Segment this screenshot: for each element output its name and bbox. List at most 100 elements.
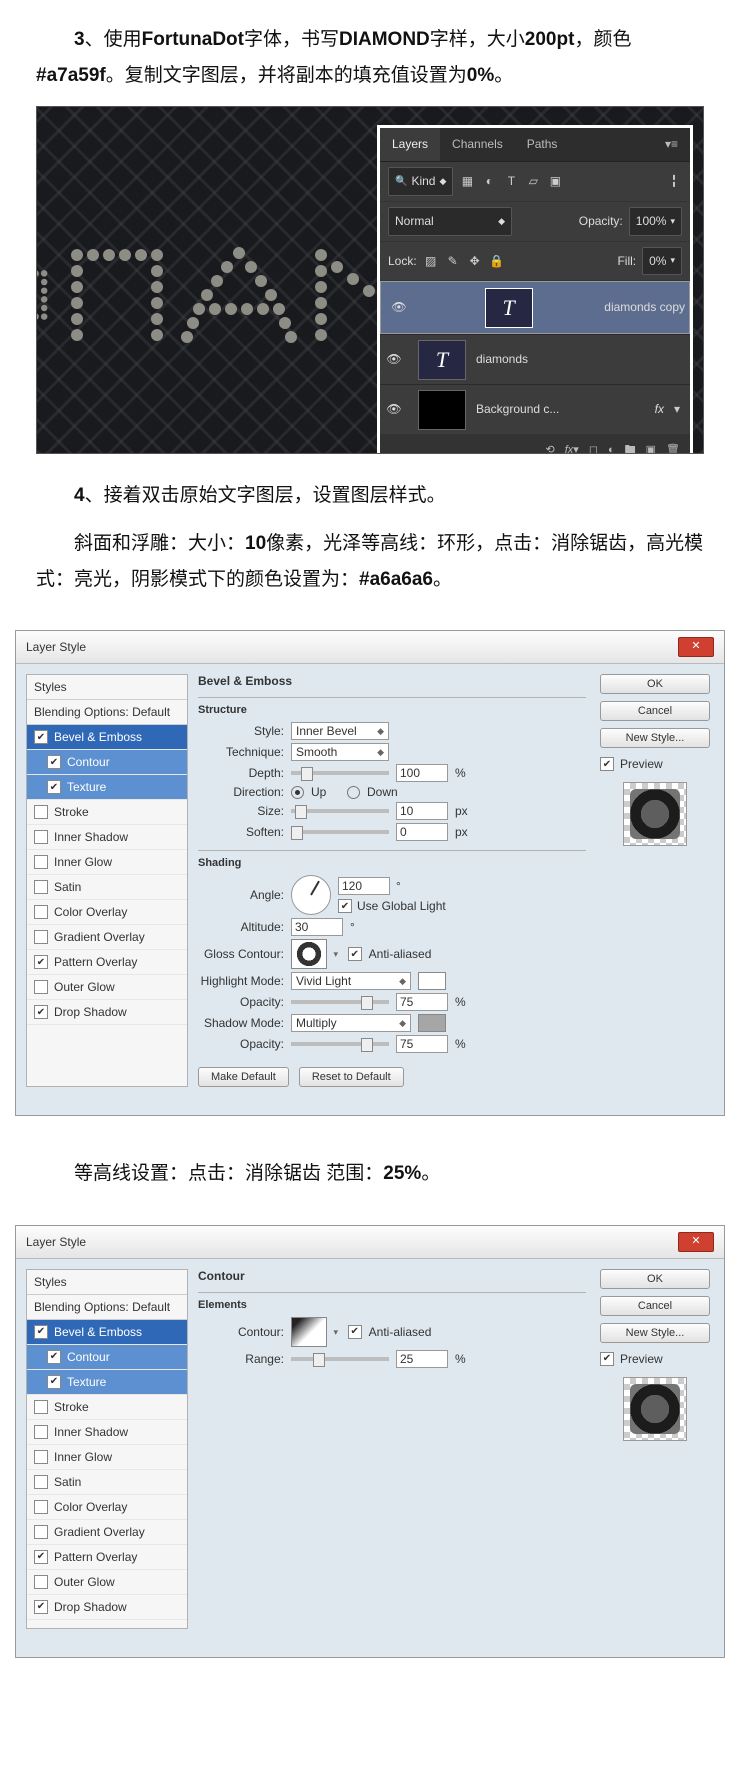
shadow-mode-select[interactable]: Multiply◆ [291,1014,411,1032]
close-button[interactable]: ✕ [678,1232,714,1252]
style-checkbox[interactable] [34,730,48,744]
group-icon[interactable]: 🖿 [625,440,636,454]
highlight-opacity-slider[interactable] [291,1000,389,1004]
gloss-contour-picker[interactable]: ▾ [291,939,327,969]
layer-row[interactable]: 👁Tdiamonds [380,334,690,384]
style-item[interactable]: Inner Shadow [27,1420,187,1445]
style-checkbox[interactable] [34,1475,48,1489]
new-style-button[interactable]: New Style... [600,728,710,748]
style-item[interactable]: Satin [27,875,187,900]
layer-mask-icon[interactable]: ◻ [589,440,598,454]
style-checkbox[interactable] [34,1400,48,1414]
delete-layer-icon[interactable]: 🗑 [666,440,680,454]
styles-header[interactable]: Styles [27,1270,187,1295]
style-item[interactable]: Drop Shadow [27,1595,187,1620]
visibility-icon[interactable]: 👁 [380,398,408,421]
fill-field[interactable]: 0%▾ [642,247,682,276]
highlight-mode-select[interactable]: Vivid Light◆ [291,972,411,990]
contour-aa-checkbox[interactable] [348,1325,362,1339]
style-checkbox[interactable] [34,1500,48,1514]
filter-kind[interactable]: 🔍Kind◆ [388,167,453,196]
style-checkbox[interactable] [34,955,48,969]
style-checkbox[interactable] [34,930,48,944]
style-checkbox[interactable] [34,1425,48,1439]
filter-smart-icon[interactable]: ▣ [547,170,563,193]
new-layer-icon[interactable]: ▣ [646,440,656,454]
style-item[interactable]: Inner Glow [27,850,187,875]
style-checkbox[interactable] [47,1350,61,1364]
style-checkbox[interactable] [34,1600,48,1614]
blending-options[interactable]: Blending Options: Default [27,1295,187,1320]
style-checkbox[interactable] [47,780,61,794]
reset-default-button[interactable]: Reset to Default [299,1067,404,1087]
opacity-field[interactable]: 100%▾ [629,207,682,236]
style-checkbox[interactable] [34,1575,48,1589]
layer-row[interactable]: 👁Tdiamonds copy [380,281,690,334]
angle-dial[interactable] [291,875,331,915]
style-checkbox[interactable] [34,805,48,819]
style-checkbox[interactable] [34,1005,48,1019]
style-checkbox[interactable] [47,1375,61,1389]
gloss-aa-checkbox[interactable] [348,947,362,961]
style-checkbox[interactable] [47,755,61,769]
shadow-opacity-field[interactable]: 75 [396,1035,448,1053]
style-checkbox[interactable] [34,905,48,919]
style-item[interactable]: Contour [27,750,187,775]
visibility-icon[interactable]: 👁 [380,348,408,371]
filter-adjust-icon[interactable]: ◐ [481,170,497,193]
new-style-button[interactable]: New Style... [600,1323,710,1343]
filter-shape-icon[interactable]: ▱ [525,170,541,193]
style-item[interactable]: Texture [27,775,187,800]
tab-paths[interactable]: Paths [515,128,570,161]
direction-down-radio[interactable] [347,786,360,799]
lock-all-icon[interactable]: 🔒 [489,250,505,273]
style-item[interactable]: Inner Glow [27,1445,187,1470]
visibility-icon[interactable]: 👁 [385,296,413,319]
style-select[interactable]: Inner Bevel◆ [291,722,389,740]
cancel-button[interactable]: Cancel [600,1296,710,1316]
adjustment-layer-icon[interactable]: ◐ [608,440,615,454]
style-checkbox[interactable] [34,980,48,994]
global-light-checkbox[interactable] [338,899,352,913]
ok-button[interactable]: OK [600,1269,710,1289]
range-slider[interactable] [291,1357,389,1361]
preview-checkbox[interactable] [600,1352,614,1366]
style-item[interactable]: Gradient Overlay [27,1520,187,1545]
direction-up-radio[interactable] [291,786,304,799]
shadow-opacity-slider[interactable] [291,1042,389,1046]
fx-icon[interactable]: fx [655,398,664,421]
size-slider[interactable] [291,809,389,813]
style-item[interactable]: Gradient Overlay [27,925,187,950]
soften-field[interactable]: 0 [396,823,448,841]
chevron-down-icon[interactable]: ▾ [674,398,680,421]
make-default-button[interactable]: Make Default [198,1067,289,1087]
soften-slider[interactable] [291,830,389,834]
tab-channels[interactable]: Channels [440,128,515,161]
style-item[interactable]: Contour [27,1345,187,1370]
angle-field[interactable]: 120 [338,877,390,895]
style-checkbox[interactable] [34,855,48,869]
style-checkbox[interactable] [34,1325,48,1339]
style-checkbox[interactable] [34,1525,48,1539]
highlight-color-swatch[interactable] [418,972,446,990]
close-button[interactable]: ✕ [678,637,714,657]
layer-row[interactable]: 👁Background c...fx▾ [380,384,690,434]
lock-paint-icon[interactable]: ✎ [445,250,461,273]
highlight-opacity-field[interactable]: 75 [396,993,448,1011]
cancel-button[interactable]: Cancel [600,701,710,721]
lock-transparent-icon[interactable]: ▨ [423,250,439,273]
range-field[interactable]: 25 [396,1350,448,1368]
size-field[interactable]: 10 [396,802,448,820]
style-item[interactable]: Pattern Overlay [27,950,187,975]
style-item[interactable]: Color Overlay [27,900,187,925]
style-item[interactable]: Satin [27,1470,187,1495]
depth-slider[interactable] [291,771,389,775]
style-item[interactable]: Pattern Overlay [27,1545,187,1570]
style-checkbox[interactable] [34,1450,48,1464]
blending-options[interactable]: Blending Options: Default [27,700,187,725]
style-item[interactable]: Inner Shadow [27,825,187,850]
style-item[interactable]: Outer Glow [27,975,187,1000]
contour-picker[interactable]: ▾ [291,1317,327,1347]
lock-position-icon[interactable]: ✥ [467,250,483,273]
style-item[interactable]: Stroke [27,1395,187,1420]
